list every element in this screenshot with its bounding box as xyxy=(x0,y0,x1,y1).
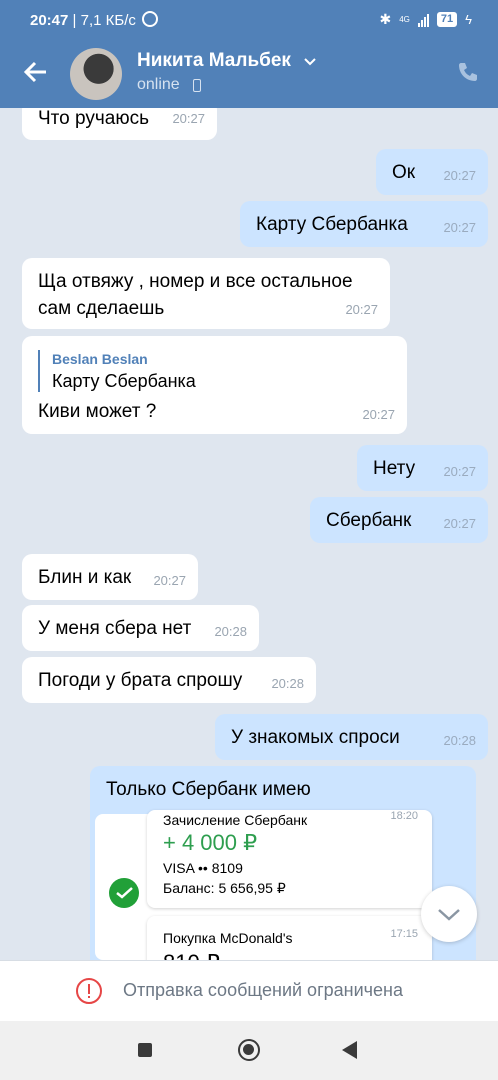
network-type: 4G xyxy=(399,15,410,24)
message-time: 20:27 xyxy=(443,464,476,479)
reply-quote-bar xyxy=(38,350,40,392)
status-time: 20:47 | 7,1 КБ/с xyxy=(30,12,136,29)
home-icon[interactable] xyxy=(238,1039,260,1061)
phone-call-icon[interactable] xyxy=(456,60,480,84)
transaction-amount: + 4 000 ₽ xyxy=(163,830,258,855)
alarm-icon xyxy=(142,11,158,27)
alert-icon xyxy=(76,978,102,1004)
bluetooth-icon: ✱ xyxy=(379,11,392,27)
message-text: Нету xyxy=(373,458,416,479)
chevron-down-icon[interactable] xyxy=(303,54,317,68)
transaction-title: Покупка McDonald's xyxy=(163,930,293,946)
message-bubble[interactable]: Нету 20:27 xyxy=(357,445,488,491)
reply-text[interactable]: Карту Сбербанка xyxy=(52,368,196,395)
message-text: Карту Сбербанка xyxy=(256,214,408,235)
chevron-down-icon xyxy=(438,909,460,921)
message-text: Ща отвяжу , номер и все остальное xyxy=(38,271,353,292)
status-bar: 20:47 | 7,1 КБ/с ✱ 4G 71 ϟ xyxy=(0,0,498,42)
transaction-time: 17:15 xyxy=(390,928,418,940)
charging-icon: ϟ xyxy=(465,12,472,27)
message-time: 20:27 xyxy=(443,168,476,183)
card-number: VISA •• 8109 xyxy=(163,860,243,876)
contact-status: online xyxy=(137,76,180,93)
scroll-to-bottom-button[interactable] xyxy=(421,886,477,942)
message-text: Ок xyxy=(392,162,416,183)
message-text: У меня сбера нет xyxy=(38,618,192,639)
message-time: 20:27 xyxy=(443,516,476,531)
message-bubble[interactable]: У знакомых спроси 20:28 xyxy=(215,714,488,760)
message-bubble[interactable]: Что ручаюсь 20:27 xyxy=(22,108,217,140)
message-bubble[interactable]: Блин и как 20:27 xyxy=(22,554,198,600)
battery-icon: 71 xyxy=(436,12,458,27)
back-arrow-icon[interactable] xyxy=(22,58,50,86)
message-text: Погоди у брата спрошу xyxy=(38,670,243,691)
messaging-restricted-banner: Отправка сообщений ограничена xyxy=(0,960,498,1021)
message-text: Блин и как xyxy=(38,567,132,588)
mobile-online-icon xyxy=(193,79,201,92)
message-time: 20:27 xyxy=(153,573,186,588)
sberbank-logo-icon xyxy=(109,878,139,908)
message-time: 20:27 xyxy=(362,407,395,422)
transaction-time: 18:20 xyxy=(390,810,418,822)
message-bubble[interactable]: Ща отвяжу , номер и все остальное сам сд… xyxy=(22,258,390,329)
message-time: 20:28 xyxy=(443,733,476,748)
message-text: Киви может ? xyxy=(38,401,157,422)
message-time: 20:27 xyxy=(443,220,476,235)
transaction-title: Зачисление Сбербанк xyxy=(163,812,308,828)
recents-icon[interactable] xyxy=(138,1043,152,1057)
message-bubble[interactable]: Ок 20:27 xyxy=(376,149,488,195)
restricted-text: Отправка сообщений ограничена xyxy=(123,980,403,1000)
message-bubble[interactable]: У меня сбера нет 20:28 xyxy=(22,605,259,651)
back-icon[interactable] xyxy=(342,1041,357,1059)
message-text: У знакомых спроси xyxy=(231,727,400,748)
avatar[interactable] xyxy=(70,48,122,100)
message-time: 20:27 xyxy=(345,302,378,317)
message-bubble[interactable]: Beslan Beslan Карту Сбербанка Киви может… xyxy=(22,336,407,434)
message-text: Сбербанк xyxy=(326,510,412,531)
message-text: сам сделаешь xyxy=(38,298,165,319)
contact-name[interactable]: Никита Мальбек xyxy=(137,50,291,72)
system-nav-bar xyxy=(0,1021,498,1080)
message-bubble[interactable]: Карту Сбербанка 20:27 xyxy=(240,201,488,247)
account-balance: Баланс: 5 656,95 ₽ xyxy=(163,880,286,896)
transaction-card: Зачисление Сбербанк 18:20 + 4 000 ₽ VISA… xyxy=(147,810,432,908)
chat-header: Никита Мальбек online xyxy=(0,42,498,108)
message-time: 20:28 xyxy=(214,624,247,639)
message-text: Что ручаюсь xyxy=(38,108,149,129)
signal-icon xyxy=(417,13,429,27)
message-bubble[interactable]: Сбербанк 20:27 xyxy=(310,497,488,543)
message-text: Только Сбербанк имею xyxy=(106,779,311,800)
message-bubble[interactable]: Погоди у брата спрошу 20:28 xyxy=(22,657,316,703)
message-time: 20:28 xyxy=(271,676,304,691)
message-time: 20:27 xyxy=(172,111,205,126)
attached-image[interactable]: Зачисление Сбербанк 18:20 + 4 000 ₽ VISA… xyxy=(95,810,432,976)
